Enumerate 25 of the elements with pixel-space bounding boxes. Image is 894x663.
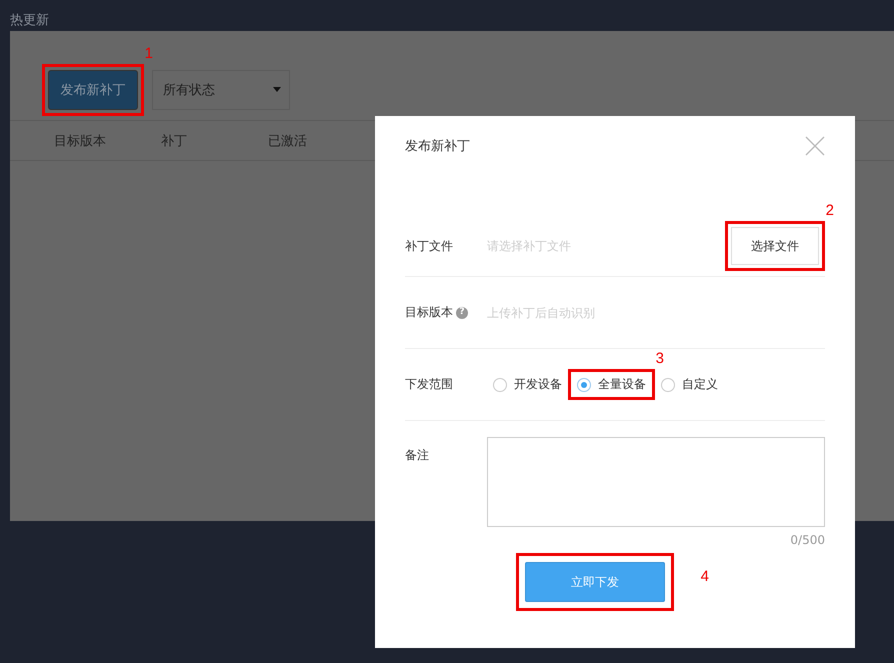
field-label: 目标版本 (405, 304, 453, 321)
page-title: 热更新 (9, 12, 50, 30)
field-label: 补丁文件 (405, 238, 454, 254)
radio-option[interactable]: 全量设备 (571, 372, 652, 397)
close-icon[interactable] (805, 136, 825, 156)
note-field[interactable] (487, 437, 825, 527)
column-header: 目标版本 (54, 132, 107, 150)
callout-number: 3 (656, 350, 664, 367)
dialog-title: 发布新补丁 (405, 138, 470, 155)
callout-number: 4 (700, 568, 709, 585)
radio-option[interactable]: 自定义 (655, 372, 724, 397)
field-label: 备注 (405, 447, 430, 464)
column-header: 补丁 (161, 132, 188, 150)
radio-button[interactable] (661, 378, 675, 392)
column-header: 已激活 (268, 132, 308, 150)
caret-icon (273, 87, 281, 92)
field-label: 下发范围 (405, 376, 454, 393)
char-counter: 0/500 (789, 532, 825, 547)
radio-option[interactable]: 开发设备 (487, 372, 568, 397)
radio-button[interactable] (577, 378, 591, 392)
radio-button[interactable] (493, 378, 507, 392)
callout-number: 1 (144, 44, 153, 62)
choose-file-button[interactable]: 选择文件 (731, 227, 819, 265)
publish-patch-button[interactable]: 发布新补丁 (48, 70, 138, 110)
callout-number: 2 (826, 202, 834, 219)
